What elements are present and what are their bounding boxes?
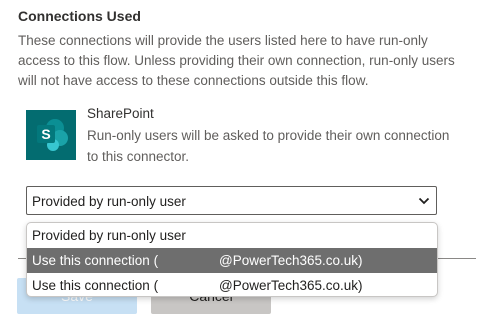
option-label: Provided by run-only user — [32, 228, 186, 243]
svg-text:S: S — [41, 126, 50, 142]
chevron-down-icon — [418, 197, 430, 205]
option-label: Use this connection ( — [32, 253, 159, 268]
connection-option-run-only[interactable]: Provided by run-only user — [27, 223, 437, 248]
option-account-domain: @PowerTech365.co.uk) — [219, 253, 363, 268]
section-description: These connections will provide the users… — [18, 33, 455, 88]
sharepoint-icon: S — [26, 110, 76, 160]
connections-panel: Connections Used These connections will … — [0, 0, 485, 332]
connection-select-value: Provided by run-only user — [32, 194, 186, 209]
connection-select[interactable]: Provided by run-only user — [26, 186, 437, 215]
connection-option-use-this-1[interactable]: Use this connection ( @PowerTech365.co.u… — [27, 248, 437, 273]
option-account-domain: @PowerTech365.co.uk) — [219, 278, 363, 293]
connector-name: SharePoint — [87, 106, 154, 121]
connector-note: Run-only users will be asked to provide … — [87, 128, 450, 164]
option-label: Use this connection ( — [32, 278, 159, 293]
section-title: Connections Used — [18, 8, 141, 24]
connection-option-use-this-2[interactable]: Use this connection ( @PowerTech365.co.u… — [27, 273, 437, 296]
connection-options-list: Provided by run-only user Use this conne… — [26, 222, 438, 297]
connector-row: S SharePoint Run-only users will be aske… — [26, 106, 466, 166]
